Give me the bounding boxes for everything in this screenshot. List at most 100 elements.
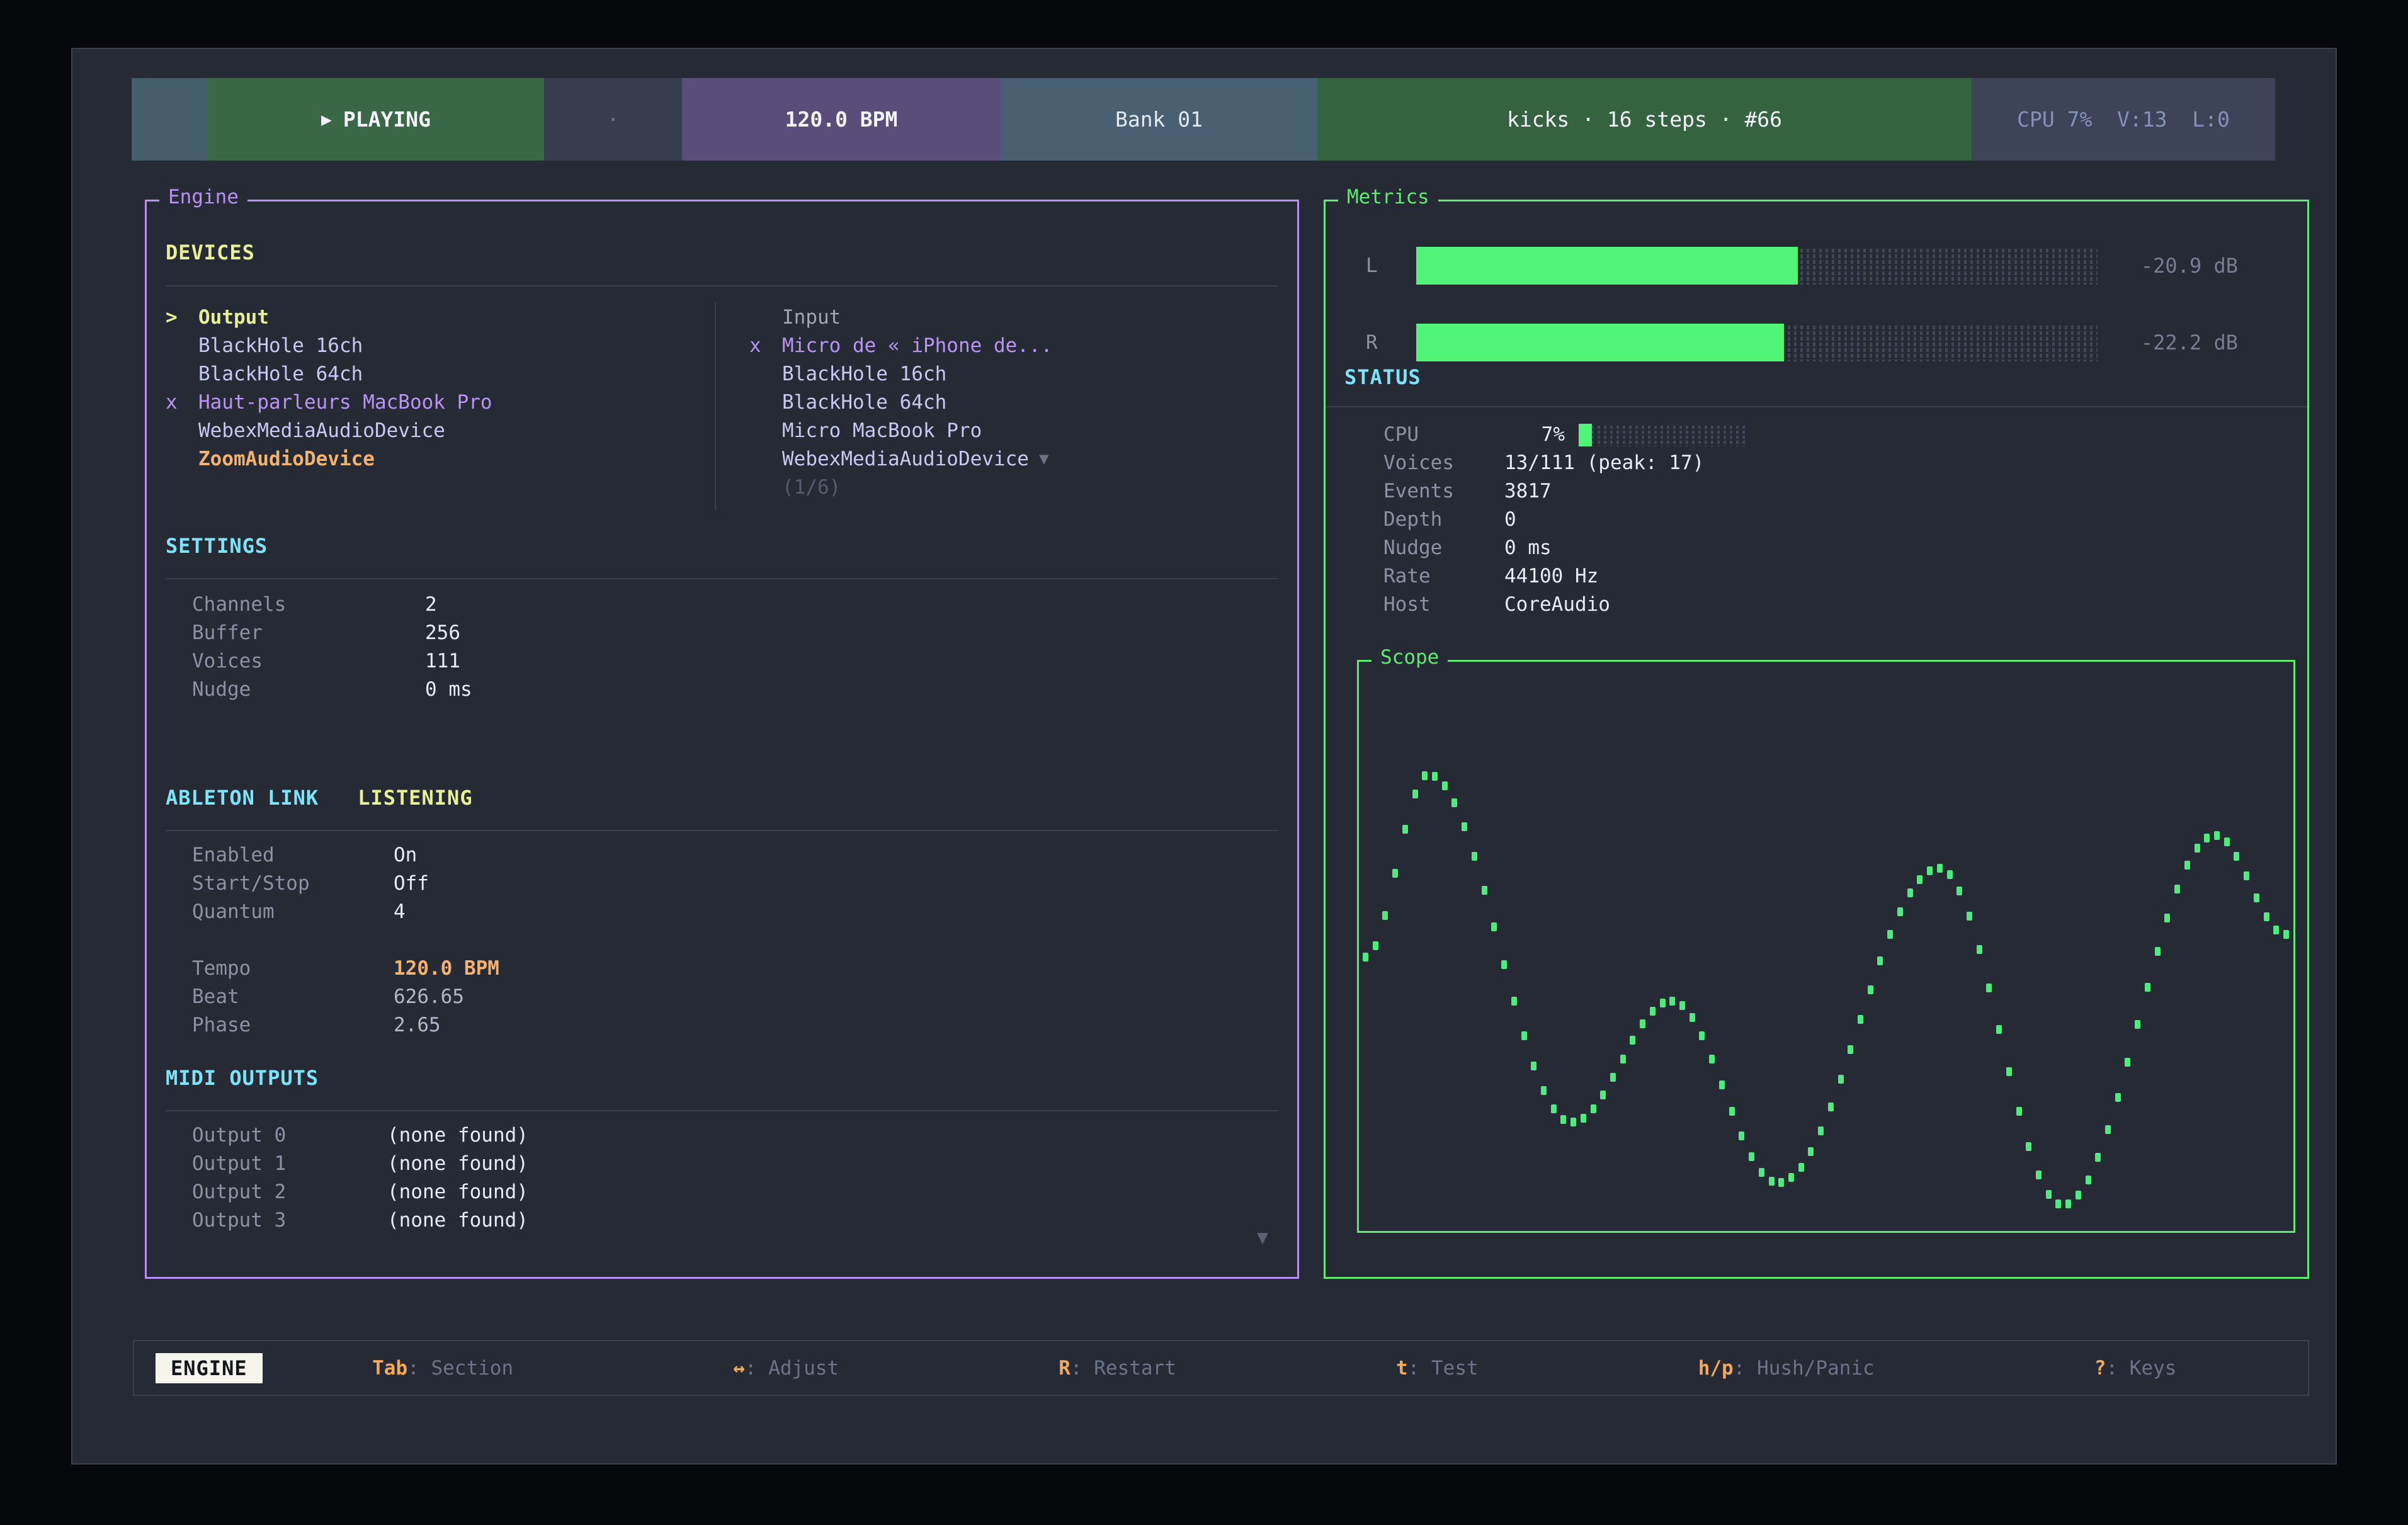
device-label: WebexMediaAudioDevice [198,417,445,445]
bpm-display[interactable]: 120.0 BPM [682,78,1001,161]
device-prefix [749,360,782,388]
setting-label: Voices [192,647,425,676]
scope-sample-dot [1373,941,1378,950]
setting-label: Nudge [192,676,425,704]
device-item[interactable]: BlackHole 64ch [749,388,1278,417]
device-item[interactable]: WebexMediaAudioDevice [166,417,707,445]
scope-sample-dot [1956,887,1962,895]
scope-sample-dot [1699,1031,1705,1040]
scope-sample-dot [1739,1131,1744,1140]
scope-sample-dot [1907,888,1913,897]
hint-restart[interactable]: R: Restart [1059,1357,1176,1380]
scope-sample-dot [2204,834,2210,842]
scope-sample-dot [2244,871,2249,880]
scope-sample-dot [2115,1093,2121,1102]
status-value: 13/111 (peak: 17) [1504,449,1704,477]
midi-output-row[interactable]: Output 2(none found) [192,1178,1278,1206]
device-item-highlighted[interactable]: ZoomAudioDevice [166,445,707,473]
bar-separator: · [544,78,682,161]
divider [1326,406,2307,407]
hint-adjust[interactable]: ↔: Adjust [733,1357,839,1380]
device-prefix [749,417,782,445]
settings-rows: Channels2 Buffer256 Voices111 Nudge0 ms [192,591,1278,704]
input-list-header[interactable]: Input [749,303,1278,332]
status-row: HostCoreAudio [1383,591,2288,619]
hint-hush-panic[interactable]: h/p: Hush/Panic [1698,1357,1875,1380]
scope-sample-dot [1630,1036,1635,1045]
scope-waveform [1363,666,2290,1227]
device-item[interactable]: BlackHole 64ch [166,360,707,388]
hint-keys[interactable]: ?: Keys [2094,1357,2177,1380]
scope-sample-dot [2254,893,2259,902]
hint-key: Tab [372,1357,407,1380]
output-list-header[interactable]: > Output [166,303,707,332]
meter-right: R -22.2 dB [1366,324,2288,361]
device-prefix [166,360,198,388]
scope-sample-dot [1640,1019,1645,1028]
hint-label [1419,1357,1431,1380]
output-header-label: Output [198,303,269,332]
status-row: Voices13/111 (peak: 17) [1383,449,2288,477]
meter-db-value: -22.2 dB [2098,331,2288,354]
bar-left-stub [132,78,208,161]
app-root: { "colors": { "background": "#262a35", "… [0,0,2408,1525]
midi-output-row[interactable]: Output 0(none found) [192,1121,1278,1150]
key-hints: Tab: Section ↔: Adjust R: Restart t: Tes… [263,1357,2286,1380]
device-item[interactable]: WebexMediaAudioDevice ▼ [749,445,1278,473]
device-item[interactable]: BlackHole 16ch [166,332,707,360]
scope-sample-dot [2164,914,2170,922]
ableton-link-header: ABLETON LINK [166,786,319,810]
device-active-mark: x [166,388,198,417]
scope-sample-dot [1581,1114,1586,1123]
hint-separator: : [407,1357,419,1380]
bank-display[interactable]: Bank 01 [1001,78,1317,161]
scope-sample-dot [1491,922,1497,931]
scope-sample-dot [1382,911,1388,920]
ableton-link-header-row: ABLETON LINK LISTENING [166,786,473,810]
device-item[interactable]: Micro MacBook Pro [749,417,1278,445]
link-row[interactable]: Quantum4 [192,898,1278,926]
hint-key: h/p [1698,1357,1734,1380]
hint-section[interactable]: Tab: Section [372,1357,513,1380]
device-prefix [166,417,198,445]
devices-header: DEVICES [166,241,255,264]
device-item-active[interactable]: x Haut-parleurs MacBook Pro [166,388,707,417]
meter-track [1416,324,2098,361]
cpu-meter-track [1579,424,1747,446]
selection-caret: > [166,303,198,332]
setting-row[interactable]: Buffer256 [192,619,1278,647]
tempo-row[interactable]: Tempo120.0 BPM [192,955,1278,983]
mode-badge[interactable]: ENGINE [156,1353,263,1383]
midi-output-row[interactable]: Output 3(none found) [192,1206,1278,1235]
device-item-active[interactable]: x Micro de « iPhone de... [749,332,1278,360]
device-label: Micro de « iPhone de... [782,332,1052,360]
scope-sample-dot [1808,1147,1814,1156]
pattern-display[interactable]: kicks · 16 steps · #66 [1317,78,1972,161]
setting-row[interactable]: Voices111 [192,647,1278,676]
device-label: Micro MacBook Pro [782,417,982,445]
device-item[interactable]: BlackHole 16ch [749,360,1278,388]
transport-status[interactable]: ▶PLAYING [208,78,544,161]
scroll-down-icon[interactable]: ▼ [1257,1227,1268,1249]
setting-row[interactable]: Nudge0 ms [192,676,1278,704]
scope-sample-dot [1729,1107,1735,1116]
device-prefix [166,332,198,360]
scope-sample-dot [1570,1118,1576,1126]
phase-row: Phase2.65 [192,1011,1278,1040]
midi-output-value: (none found) [387,1150,528,1178]
chevron-down-icon[interactable]: ▼ [1039,445,1049,473]
setting-value: 2 [425,591,437,619]
link-row[interactable]: EnabledOn [192,841,1278,870]
hint-key: t [1396,1357,1408,1380]
device-label: WebexMediaAudioDevice [782,445,1029,473]
link-row[interactable]: Start/StopOff [192,870,1278,898]
midi-output-label: Output 3 [192,1206,387,1235]
midi-output-row[interactable]: Output 1(none found) [192,1150,1278,1178]
stats-value: CPU 7% V:13 L:0 [2017,107,2230,132]
hint-label [2118,1357,2130,1380]
scope-sample-dot [2036,1171,2042,1179]
setting-row[interactable]: Channels2 [192,591,1278,619]
status-value: 0 ms [1504,534,1552,562]
hint-test[interactable]: t: Test [1396,1357,1479,1380]
scope-box: Scope [1357,660,2295,1233]
